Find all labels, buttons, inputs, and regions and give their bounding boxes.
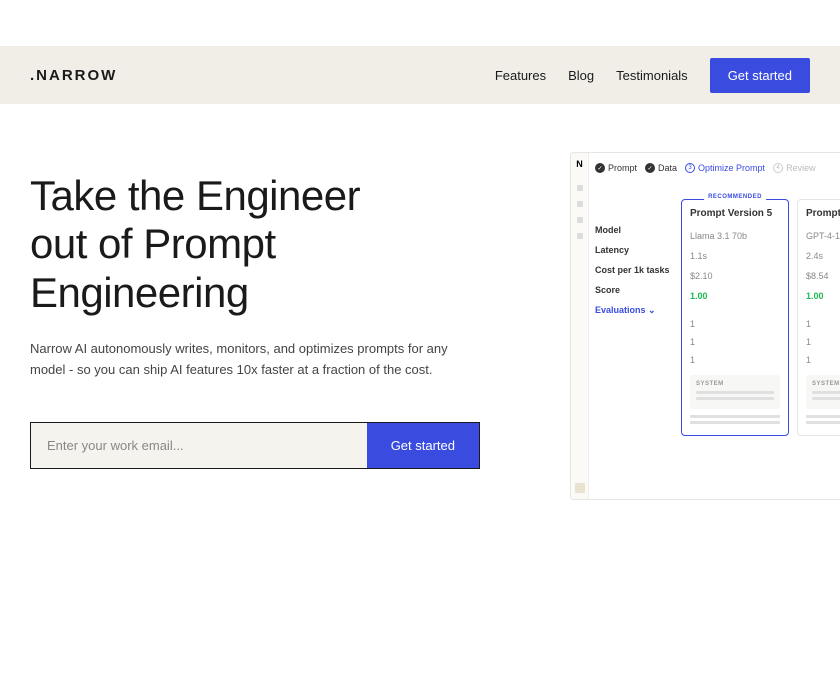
email-capture: Get started <box>30 422 480 469</box>
evaluations-toggle[interactable]: Evaluations ⌄ <box>595 305 675 316</box>
metric-labels: Model Latency Cost per 1k tasks Score Ev… <box>595 225 675 316</box>
placeholder-line <box>806 421 840 424</box>
val-model: GPT-4-110 <box>806 231 840 241</box>
eval-value: 1 <box>806 337 840 347</box>
label-model: Model <box>595 225 675 235</box>
val-latency: 1.1s <box>690 251 780 261</box>
eval-list: 1 1 1 <box>690 319 780 365</box>
step-label: Optimize Prompt <box>698 163 765 173</box>
label-score: Score <box>595 285 675 295</box>
placeholder-line <box>806 415 840 418</box>
app-preview: N Prompt Data 3Optimize Prompt 4Review M… <box>570 152 840 500</box>
sidebar-item <box>577 217 583 223</box>
system-box: SYSTEM <box>690 375 780 409</box>
system-box: SYSTEM <box>806 375 840 409</box>
label-cost: Cost per 1k tasks <box>595 265 675 275</box>
hero-title: Take the Engineer out of Prompt Engineer… <box>30 172 540 317</box>
eval-value: 1 <box>806 319 840 329</box>
card-title: Prompt Version 5 <box>690 208 780 219</box>
val-model: Llama 3.1 70b <box>690 231 780 241</box>
eval-value: 1 <box>690 319 780 329</box>
step-number-icon: 4 <box>773 163 783 173</box>
app-sidebar: N <box>571 153 589 499</box>
logo[interactable]: .NARROW <box>30 67 117 84</box>
val-score: 1.00 <box>806 291 840 301</box>
recommended-badge: RECOMMENDED <box>704 194 766 200</box>
placeholder-line <box>812 391 840 394</box>
step-data[interactable]: Data <box>645 163 677 173</box>
nav-link-features[interactable]: Features <box>495 68 546 83</box>
step-prompt[interactable]: Prompt <box>595 163 637 173</box>
app-body: Model Latency Cost per 1k tasks Score Ev… <box>595 193 840 499</box>
prompt-card[interactable]: Prompt Ve GPT-4-110 2.4s $8.54 1.00 1 1 … <box>797 199 840 436</box>
nav-link-blog[interactable]: Blog <box>568 68 594 83</box>
hero-title-line3: Engineering <box>30 269 249 316</box>
card-title: Prompt Ve <box>806 208 840 219</box>
val-latency: 2.4s <box>806 251 840 261</box>
placeholder-line <box>690 415 780 418</box>
sidebar-item <box>577 185 583 191</box>
nav-link-testimonials[interactable]: Testimonials <box>616 68 688 83</box>
placeholder-line <box>812 397 840 400</box>
eval-list: 1 1 1 <box>806 319 840 365</box>
hero-subtitle: Narrow AI autonomously writes, monitors,… <box>30 339 460 381</box>
email-input[interactable] <box>31 423 367 468</box>
val-cost: $8.54 <box>806 271 840 281</box>
step-label: Data <box>658 163 677 173</box>
stepper: Prompt Data 3Optimize Prompt 4Review <box>595 163 816 173</box>
system-label: SYSTEM <box>812 381 840 387</box>
placeholder-line <box>696 397 774 400</box>
val-cost: $2.10 <box>690 271 780 281</box>
app-logo-icon: N <box>571 153 588 175</box>
system-label: SYSTEM <box>696 381 774 387</box>
step-number-icon: 3 <box>685 163 695 173</box>
placeholder-line <box>696 391 774 394</box>
step-optimize[interactable]: 3Optimize Prompt <box>685 163 765 173</box>
check-icon <box>595 163 605 173</box>
step-review[interactable]: 4Review <box>773 163 816 173</box>
prompt-card-recommended[interactable]: RECOMMENDED Prompt Version 5 Llama 3.1 7… <box>681 199 789 436</box>
top-nav: .NARROW Features Blog Testimonials Get s… <box>0 46 840 104</box>
step-label: Prompt <box>608 163 637 173</box>
email-submit-button[interactable]: Get started <box>367 423 479 468</box>
hero-title-line1: Take the Engineer <box>30 172 360 219</box>
sidebar-bottom-item <box>575 483 585 493</box>
hero-title-line2: out of Prompt <box>30 220 276 267</box>
sidebar-item <box>577 201 583 207</box>
nav-right: Features Blog Testimonials Get started <box>495 58 810 93</box>
hero-left: Take the Engineer out of Prompt Engineer… <box>30 172 540 469</box>
placeholder-line <box>690 421 780 424</box>
sidebar-item <box>577 233 583 239</box>
label-latency: Latency <box>595 245 675 255</box>
check-icon <box>645 163 655 173</box>
step-label: Review <box>786 163 816 173</box>
eval-value: 1 <box>806 355 840 365</box>
val-score: 1.00 <box>690 291 780 301</box>
eval-value: 1 <box>690 337 780 347</box>
get-started-button[interactable]: Get started <box>710 58 810 93</box>
eval-value: 1 <box>690 355 780 365</box>
